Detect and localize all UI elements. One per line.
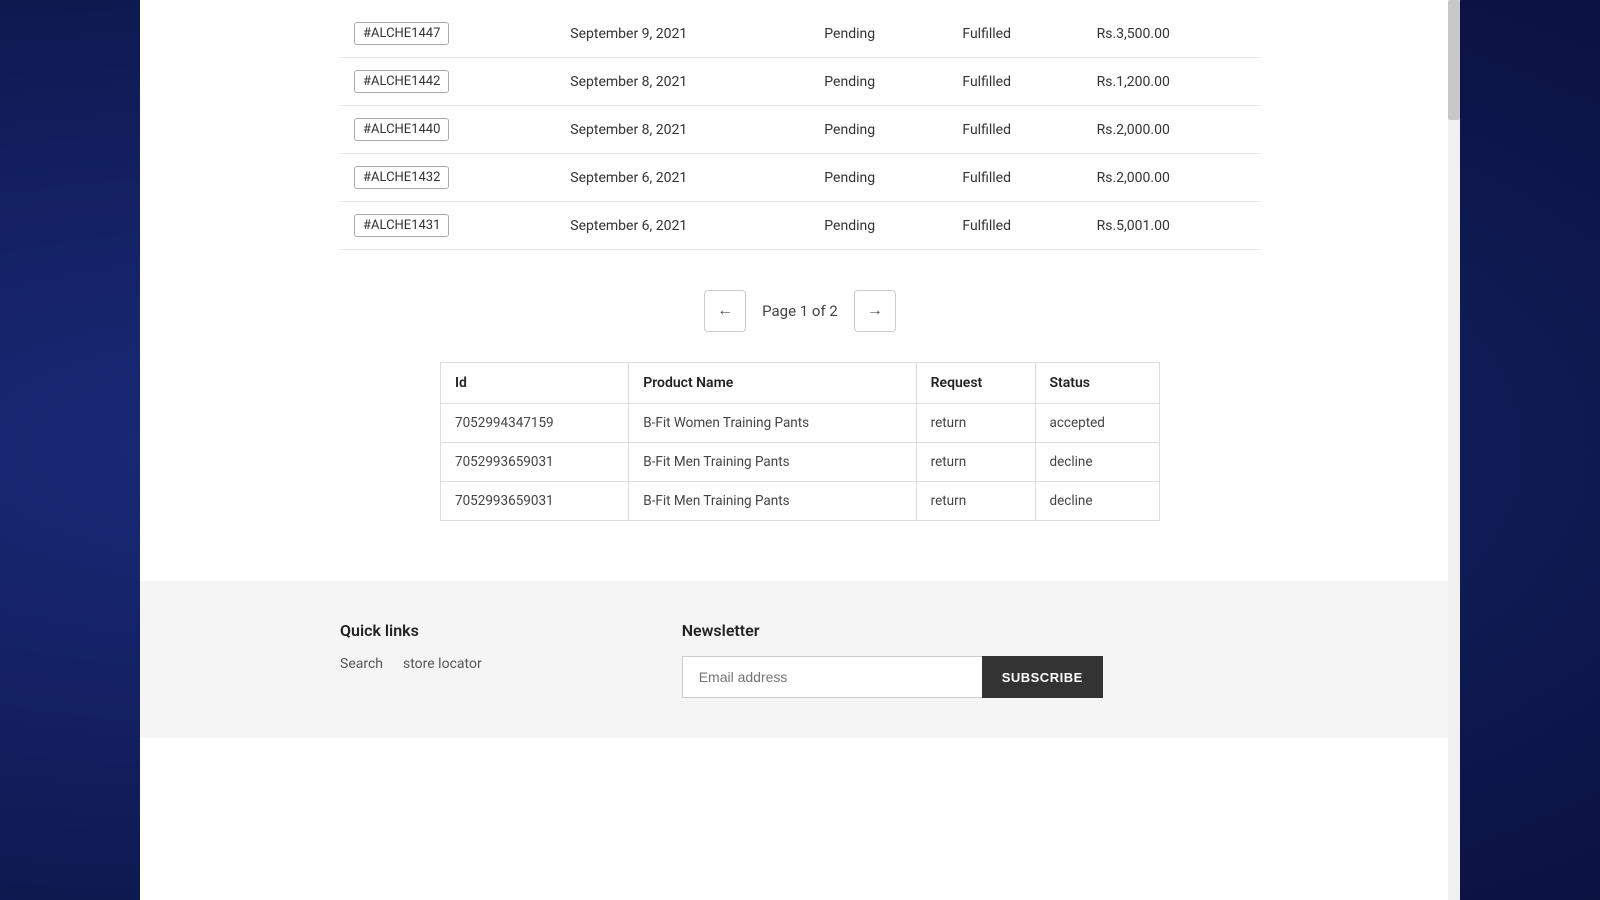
returns-column-header: Id: [441, 363, 629, 404]
returns-column-header: Product Name: [629, 363, 916, 404]
return-product-cell: B-Fit Men Training Pants: [629, 482, 916, 521]
order-fulfillment-cell: Fulfilled: [948, 10, 1082, 58]
order-date-cell: September 8, 2021: [556, 58, 810, 106]
order-fulfillment-cell: Fulfilled: [948, 202, 1082, 250]
footer-quick-links: Quick links Search store locator: [340, 621, 482, 672]
returns-section: IdProduct NameRequestStatus 705299434715…: [140, 362, 1460, 521]
return-product-cell: B-Fit Women Training Pants: [629, 404, 916, 443]
order-id-cell: #ALCHE1432: [340, 154, 556, 202]
returns-table-row: 7052993659031 B-Fit Men Training Pants r…: [441, 443, 1160, 482]
returns-table: IdProduct NameRequestStatus 705299434715…: [440, 362, 1160, 521]
table-row: #ALCHE1440 September 8, 2021 Pending Ful…: [340, 106, 1260, 154]
subscribe-button[interactable]: SUBSCRIBE: [982, 656, 1103, 698]
footer: Quick links Search store locator Newslett…: [140, 581, 1460, 738]
main-container: #ALCHE1447 September 9, 2021 Pending Ful…: [140, 0, 1460, 900]
table-row: #ALCHE1431 September 6, 2021 Pending Ful…: [340, 202, 1260, 250]
newsletter-title: Newsletter: [682, 621, 1103, 640]
footer-links-list: Search store locator: [340, 656, 482, 672]
order-date-cell: September 6, 2021: [556, 202, 810, 250]
order-id-badge[interactable]: #ALCHE1442: [354, 70, 449, 93]
return-status-cell: accepted: [1035, 404, 1160, 443]
order-id-badge[interactable]: #ALCHE1447: [354, 22, 449, 45]
order-id-cell: #ALCHE1442: [340, 58, 556, 106]
order-date-cell: September 6, 2021: [556, 154, 810, 202]
orders-table: #ALCHE1447 September 9, 2021 Pending Ful…: [340, 10, 1260, 250]
table-row: #ALCHE1447 September 9, 2021 Pending Ful…: [340, 10, 1260, 58]
order-payment-cell: Pending: [810, 10, 948, 58]
order-id-cell: #ALCHE1431: [340, 202, 556, 250]
return-status-cell: decline: [1035, 482, 1160, 521]
pagination-next-button[interactable]: →: [854, 290, 896, 332]
return-id-cell: 7052993659031: [441, 482, 629, 521]
footer-link[interactable]: Search: [340, 656, 383, 672]
order-fulfillment-cell: Fulfilled: [948, 154, 1082, 202]
right-arrow-icon: →: [867, 302, 883, 320]
returns-table-row: 7052993659031 B-Fit Men Training Pants r…: [441, 482, 1160, 521]
pagination-prev-button[interactable]: ←: [704, 290, 746, 332]
order-id-badge[interactable]: #ALCHE1432: [354, 166, 449, 189]
quick-links-title: Quick links: [340, 621, 482, 640]
email-input[interactable]: [682, 656, 982, 698]
return-product-cell: B-Fit Men Training Pants: [629, 443, 916, 482]
order-payment-cell: Pending: [810, 106, 948, 154]
order-total-cell: Rs.2,000.00: [1083, 154, 1260, 202]
return-request-cell: return: [916, 443, 1035, 482]
order-id-cell: #ALCHE1440: [340, 106, 556, 154]
returns-column-header: Status: [1035, 363, 1160, 404]
footer-newsletter: Newsletter SUBSCRIBE: [682, 621, 1103, 698]
newsletter-form: SUBSCRIBE: [682, 656, 1103, 698]
returns-header-row: IdProduct NameRequestStatus: [441, 363, 1160, 404]
order-total-cell: Rs.1,200.00: [1083, 58, 1260, 106]
order-fulfillment-cell: Fulfilled: [948, 106, 1082, 154]
order-payment-cell: Pending: [810, 154, 948, 202]
order-fulfillment-cell: Fulfilled: [948, 58, 1082, 106]
order-total-cell: Rs.2,000.00: [1083, 106, 1260, 154]
table-row: #ALCHE1432 September 6, 2021 Pending Ful…: [340, 154, 1260, 202]
pagination-label: Page 1 of 2: [762, 302, 838, 320]
order-date-cell: September 9, 2021: [556, 10, 810, 58]
return-id-cell: 7052993659031: [441, 443, 629, 482]
return-request-cell: return: [916, 482, 1035, 521]
return-request-cell: return: [916, 404, 1035, 443]
footer-link[interactable]: store locator: [403, 656, 482, 672]
order-id-cell: #ALCHE1447: [340, 10, 556, 58]
order-total-cell: Rs.5,001.00: [1083, 202, 1260, 250]
order-payment-cell: Pending: [810, 202, 948, 250]
order-total-cell: Rs.3,500.00: [1083, 10, 1260, 58]
table-row: #ALCHE1442 September 8, 2021 Pending Ful…: [340, 58, 1260, 106]
orders-section: #ALCHE1447 September 9, 2021 Pending Ful…: [140, 0, 1460, 250]
left-arrow-icon: ←: [717, 302, 733, 320]
returns-column-header: Request: [916, 363, 1035, 404]
order-date-cell: September 8, 2021: [556, 106, 810, 154]
order-id-badge[interactable]: #ALCHE1440: [354, 118, 449, 141]
scrollbar-area[interactable]: [1448, 0, 1460, 900]
order-id-badge[interactable]: #ALCHE1431: [354, 214, 449, 237]
scrollbar-thumb[interactable]: [1448, 0, 1460, 120]
returns-table-row: 7052994347159 B-Fit Women Training Pants…: [441, 404, 1160, 443]
return-id-cell: 7052994347159: [441, 404, 629, 443]
pagination: ← Page 1 of 2 →: [140, 250, 1460, 362]
order-payment-cell: Pending: [810, 58, 948, 106]
return-status-cell: decline: [1035, 443, 1160, 482]
